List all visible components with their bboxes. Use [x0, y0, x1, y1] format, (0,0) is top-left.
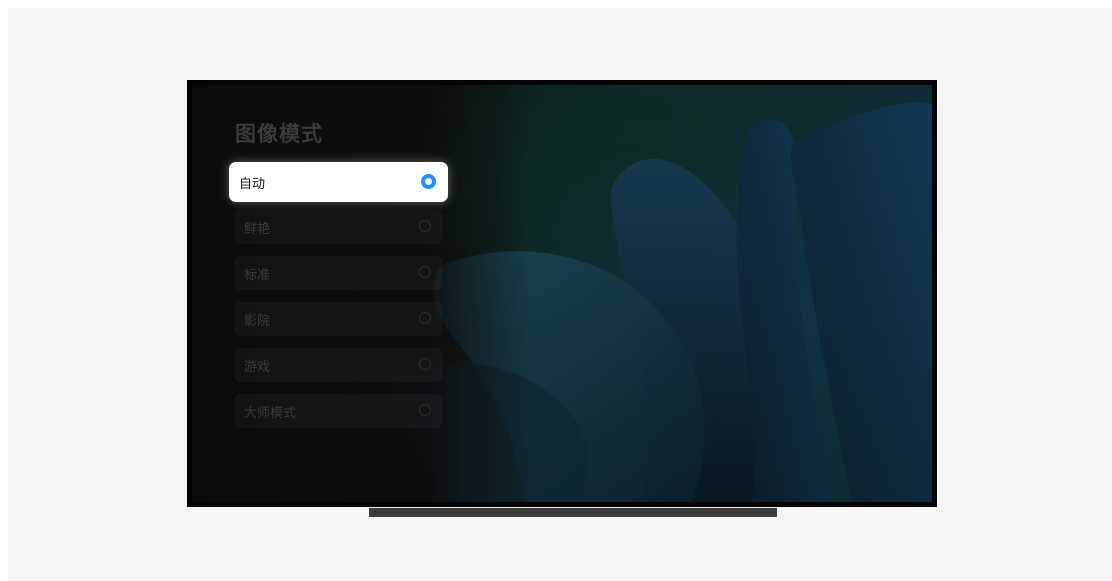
radio-unselected-icon	[419, 404, 431, 416]
option-master-mode[interactable]: 大师模式	[234, 394, 442, 428]
radio-selected-icon	[421, 174, 436, 189]
option-label: 自动	[239, 177, 266, 192]
option-game[interactable]: 游戏	[234, 348, 442, 382]
settings-panel: 图像模式 自动 鲜艳 标准 影院 游戏 大师模式	[192, 85, 532, 502]
tv-stand	[369, 508, 777, 517]
option-label: 标准	[244, 268, 271, 283]
option-label: 影院	[244, 314, 271, 329]
radio-unselected-icon	[419, 312, 431, 324]
radio-unselected-icon	[419, 358, 431, 370]
option-standard[interactable]: 标准	[234, 256, 442, 290]
option-vivid[interactable]: 鲜艳	[234, 210, 442, 244]
radio-unselected-icon	[419, 220, 431, 232]
option-label: 鲜艳	[244, 222, 271, 237]
option-auto[interactable]: 自动	[229, 162, 448, 202]
option-label: 游戏	[244, 360, 271, 375]
option-cinema[interactable]: 影院	[234, 302, 442, 336]
radio-unselected-icon	[419, 266, 431, 278]
tv-screen: 图像模式 自动 鲜艳 标准 影院 游戏 大师模式	[192, 85, 932, 502]
option-label: 大师模式	[244, 406, 297, 421]
panel-title: 图像模式	[235, 122, 323, 146]
tv-frame: 图像模式 自动 鲜艳 标准 影院 游戏 大师模式	[187, 80, 937, 507]
